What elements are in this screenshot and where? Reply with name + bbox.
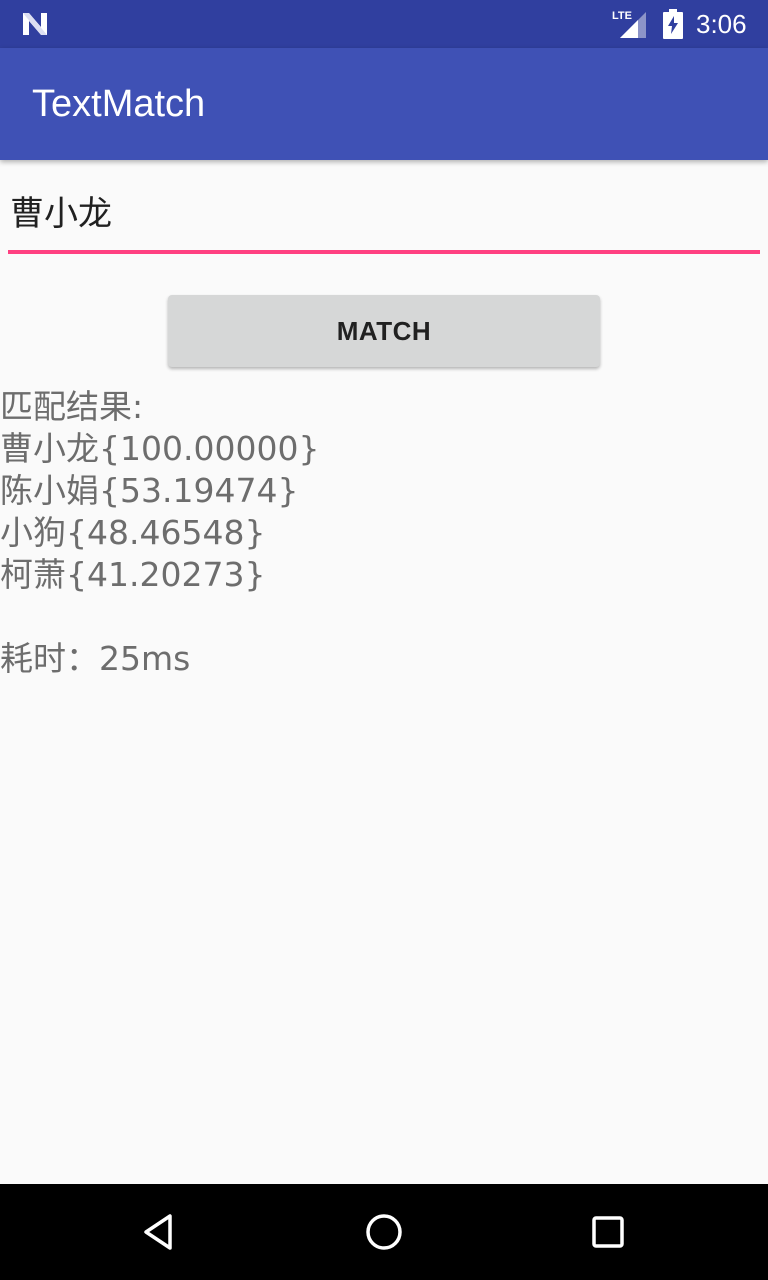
result-item: 陈小娟{53.19474} bbox=[0, 471, 299, 510]
match-button[interactable]: MATCH bbox=[168, 295, 600, 367]
recents-icon[interactable] bbox=[584, 1208, 632, 1256]
battery-charging-icon bbox=[663, 9, 683, 39]
results-panel: 匹配结果: 曹小龙{100.00000} 陈小娟{53.19474} 小狗{48… bbox=[0, 386, 768, 680]
navigation-bar bbox=[0, 1184, 768, 1280]
result-item: 柯萧{41.20273} bbox=[0, 555, 266, 594]
app-title: TextMatch bbox=[32, 83, 206, 125]
input-underline bbox=[8, 250, 760, 254]
name-input-field[interactable]: 曹小龙 bbox=[8, 180, 760, 254]
results-header: 匹配结果: bbox=[0, 387, 144, 426]
app-bar: TextMatch bbox=[0, 48, 768, 160]
results-spacer bbox=[0, 596, 768, 638]
result-item: 曹小龙{100.00000} bbox=[0, 429, 320, 468]
name-input-value[interactable]: 曹小龙 bbox=[10, 192, 112, 236]
n-notification-icon bbox=[23, 13, 47, 35]
elapsed-time: 耗时：25ms bbox=[0, 639, 191, 678]
lte-signal-icon: LTE bbox=[612, 10, 646, 38]
status-bar: LTE 3:06 bbox=[0, 0, 768, 48]
back-icon[interactable] bbox=[136, 1208, 184, 1256]
home-icon[interactable] bbox=[360, 1208, 408, 1256]
network-label: LTE bbox=[612, 10, 632, 22]
result-item: 小狗{48.46548} bbox=[0, 513, 266, 552]
status-clock: 3:06 bbox=[696, 9, 747, 39]
